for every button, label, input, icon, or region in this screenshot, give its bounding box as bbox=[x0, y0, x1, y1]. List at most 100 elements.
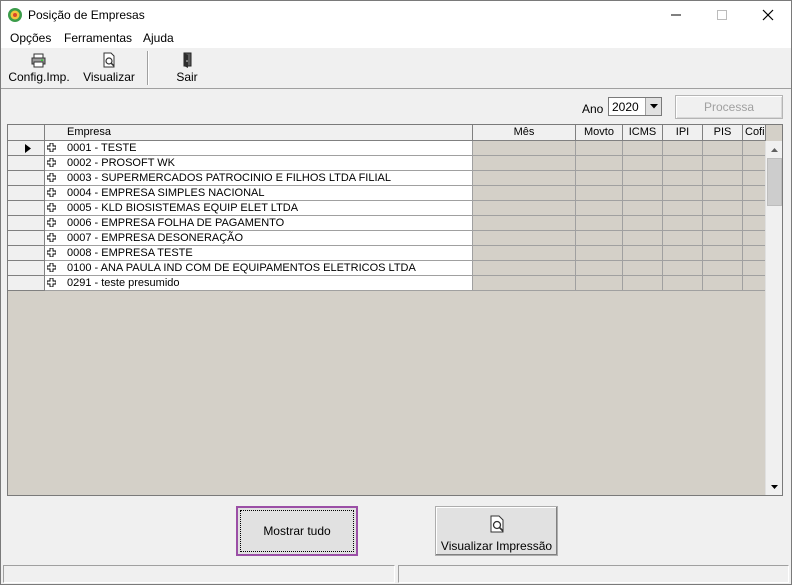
cell-mes[interactable] bbox=[473, 261, 576, 276]
cell-movto[interactable] bbox=[576, 186, 623, 201]
header-mes[interactable]: Mês bbox=[473, 125, 576, 141]
cell-movto[interactable] bbox=[576, 231, 623, 246]
cell-empresa[interactable]: 0008 - EMPRESA TESTE bbox=[59, 246, 473, 261]
table-row[interactable]: 0006 - EMPRESA FOLHA DE PAGAMENTO bbox=[8, 216, 766, 231]
cell-movto[interactable] bbox=[576, 201, 623, 216]
header-empresa[interactable]: Empresa bbox=[45, 125, 473, 141]
cell-ipi[interactable] bbox=[663, 156, 703, 171]
cell-icms[interactable] bbox=[623, 171, 663, 186]
scroll-up-button[interactable] bbox=[766, 141, 782, 158]
cell-ipi[interactable] bbox=[663, 276, 703, 291]
cell-pis[interactable] bbox=[703, 261, 743, 276]
cell-ipi[interactable] bbox=[663, 231, 703, 246]
table-row[interactable]: 0291 - teste presumido bbox=[8, 276, 766, 291]
cell-mes[interactable] bbox=[473, 156, 576, 171]
cell-pis[interactable] bbox=[703, 246, 743, 261]
row-expander[interactable] bbox=[45, 201, 59, 216]
cell-empresa[interactable]: 0006 - EMPRESA FOLHA DE PAGAMENTO bbox=[59, 216, 473, 231]
cell-icms[interactable] bbox=[623, 231, 663, 246]
cell-icms[interactable] bbox=[623, 156, 663, 171]
header-cofins[interactable]: Cofi bbox=[743, 125, 766, 141]
close-button[interactable] bbox=[745, 1, 791, 29]
scroll-down-button[interactable] bbox=[766, 478, 782, 495]
row-indicator[interactable] bbox=[8, 276, 45, 291]
cell-icms[interactable] bbox=[623, 246, 663, 261]
menu-ajuda[interactable]: Ajuda bbox=[143, 31, 174, 45]
cell-cofins[interactable] bbox=[743, 171, 766, 186]
cell-ipi[interactable] bbox=[663, 141, 703, 156]
cell-empresa[interactable]: 0007 - EMPRESA DESONERAÇÃO bbox=[59, 231, 473, 246]
row-expander[interactable] bbox=[45, 216, 59, 231]
cell-cofins[interactable] bbox=[743, 261, 766, 276]
visualizar-button[interactable]: Visualizar bbox=[81, 52, 137, 84]
cell-empresa[interactable]: 0004 - EMPRESA SIMPLES NACIONAL bbox=[59, 186, 473, 201]
cell-cofins[interactable] bbox=[743, 246, 766, 261]
cell-movto[interactable] bbox=[576, 246, 623, 261]
row-indicator[interactable] bbox=[8, 186, 45, 201]
cell-empresa[interactable]: 0291 - teste presumido bbox=[59, 276, 473, 291]
table-row[interactable]: 0001 - TESTE bbox=[8, 141, 766, 156]
cell-cofins[interactable] bbox=[743, 186, 766, 201]
cell-mes[interactable] bbox=[473, 246, 576, 261]
cell-movto[interactable] bbox=[576, 261, 623, 276]
table-row[interactable]: 0100 - ANA PAULA IND COM DE EQUIPAMENTOS… bbox=[8, 261, 766, 276]
cell-movto[interactable] bbox=[576, 171, 623, 186]
cell-icms[interactable] bbox=[623, 216, 663, 231]
maximize-button[interactable] bbox=[699, 1, 745, 29]
processa-button[interactable]: Processa bbox=[675, 95, 783, 119]
row-indicator[interactable] bbox=[8, 201, 45, 216]
header-pis[interactable]: PIS bbox=[703, 125, 743, 141]
cell-cofins[interactable] bbox=[743, 276, 766, 291]
cell-cofins[interactable] bbox=[743, 231, 766, 246]
row-expander[interactable] bbox=[45, 171, 59, 186]
row-expander[interactable] bbox=[45, 141, 59, 156]
table-row[interactable]: 0005 - KLD BIOSISTEMAS EQUIP ELET LTDA bbox=[8, 201, 766, 216]
cell-icms[interactable] bbox=[623, 201, 663, 216]
cell-pis[interactable] bbox=[703, 216, 743, 231]
row-indicator[interactable] bbox=[8, 171, 45, 186]
row-indicator[interactable] bbox=[8, 156, 45, 171]
empresas-grid[interactable]: Empresa Mês Movto ICMS IPI PIS Cofi 0001… bbox=[7, 124, 783, 496]
cell-empresa[interactable]: 0003 - SUPERMERCADOS PATROCINIO E FILHOS… bbox=[59, 171, 473, 186]
visualizar-impressao-button[interactable]: Visualizar Impressão bbox=[435, 506, 558, 556]
cell-empresa[interactable]: 0005 - KLD BIOSISTEMAS EQUIP ELET LTDA bbox=[59, 201, 473, 216]
config-imp-button[interactable]: Config.Imp. bbox=[6, 52, 72, 84]
row-indicator[interactable] bbox=[8, 141, 45, 156]
cell-pis[interactable] bbox=[703, 186, 743, 201]
ano-dropdown-button[interactable] bbox=[645, 98, 661, 115]
cell-movto[interactable] bbox=[576, 276, 623, 291]
cell-mes[interactable] bbox=[473, 216, 576, 231]
cell-mes[interactable] bbox=[473, 276, 576, 291]
header-ipi[interactable]: IPI bbox=[663, 125, 703, 141]
row-indicator[interactable] bbox=[8, 231, 45, 246]
cell-ipi[interactable] bbox=[663, 186, 703, 201]
minimize-button[interactable] bbox=[653, 1, 699, 29]
cell-empresa[interactable]: 0001 - TESTE bbox=[59, 141, 473, 156]
cell-pis[interactable] bbox=[703, 231, 743, 246]
cell-pis[interactable] bbox=[703, 156, 743, 171]
row-expander[interactable] bbox=[45, 186, 59, 201]
cell-pis[interactable] bbox=[703, 201, 743, 216]
cell-icms[interactable] bbox=[623, 141, 663, 156]
table-row[interactable]: 0004 - EMPRESA SIMPLES NACIONAL bbox=[8, 186, 766, 201]
sair-button[interactable]: Sair bbox=[171, 52, 203, 84]
cell-icms[interactable] bbox=[623, 276, 663, 291]
row-indicator[interactable] bbox=[8, 246, 45, 261]
table-row[interactable]: 0008 - EMPRESA TESTE bbox=[8, 246, 766, 261]
cell-mes[interactable] bbox=[473, 171, 576, 186]
header-movto[interactable]: Movto bbox=[576, 125, 623, 141]
cell-cofins[interactable] bbox=[743, 216, 766, 231]
cell-cofins[interactable] bbox=[743, 201, 766, 216]
cell-pis[interactable] bbox=[703, 141, 743, 156]
cell-movto[interactable] bbox=[576, 156, 623, 171]
cell-mes[interactable] bbox=[473, 186, 576, 201]
table-row[interactable]: 0007 - EMPRESA DESONERAÇÃO bbox=[8, 231, 766, 246]
cell-empresa[interactable]: 0100 - ANA PAULA IND COM DE EQUIPAMENTOS… bbox=[59, 261, 473, 276]
row-expander[interactable] bbox=[45, 261, 59, 276]
cell-ipi[interactable] bbox=[663, 201, 703, 216]
cell-ipi[interactable] bbox=[663, 171, 703, 186]
header-icms[interactable]: ICMS bbox=[623, 125, 663, 141]
cell-mes[interactable] bbox=[473, 231, 576, 246]
row-expander[interactable] bbox=[45, 246, 59, 261]
cell-icms[interactable] bbox=[623, 186, 663, 201]
